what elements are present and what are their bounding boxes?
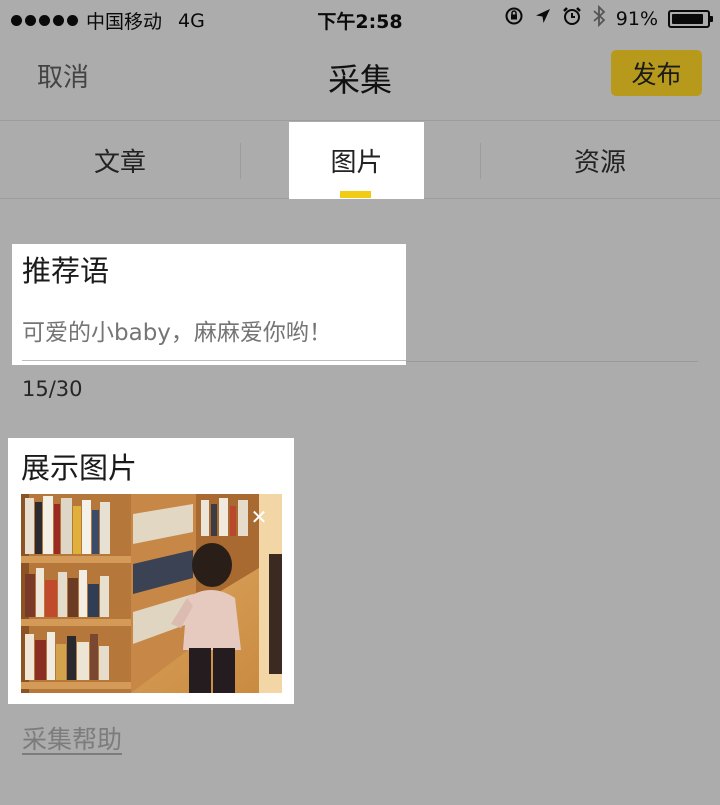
tab-bar: 文章 图片 资源 [0, 122, 720, 199]
status-left: 中国移动 4G [11, 7, 205, 34]
tab-divider [240, 143, 241, 179]
tab-article[interactable]: 文章 [0, 122, 240, 199]
network-type: 4G [178, 9, 205, 32]
cancel-button[interactable]: 取消 [37, 57, 89, 94]
nav-bar: 取消 采集 发布 [0, 38, 720, 121]
help-link[interactable]: 采集帮助 [22, 720, 122, 756]
active-tab-indicator [340, 191, 371, 198]
tab-resource[interactable]: 资源 [480, 122, 720, 199]
battery-percent: 91% [615, 7, 658, 30]
image-section-label: 展示图片 [21, 451, 138, 485]
character-counter: 15/30 [22, 377, 83, 401]
input-underline [406, 361, 698, 362]
uploaded-photo[interactable] [21, 494, 282, 693]
signal-strength-icon [11, 15, 78, 26]
recommend-label: 推荐语 [22, 254, 110, 288]
rotation-lock-icon [504, 6, 524, 31]
location-arrow-icon [534, 7, 552, 30]
alarm-clock-icon [562, 6, 582, 31]
recommend-input[interactable] [22, 314, 402, 352]
battery-icon [668, 9, 713, 28]
tab-image[interactable]: 图片 [289, 122, 424, 199]
status-right: 91% [504, 4, 713, 32]
status-bar: 中国移动 4G 下午2:58 91% [0, 0, 720, 38]
publish-button[interactable]: 发布 [611, 50, 702, 96]
bluetooth-icon [592, 4, 606, 32]
carrier-name: 中国移动 [86, 11, 163, 33]
close-icon[interactable]: ✕ [248, 506, 270, 528]
battery-level [672, 13, 703, 24]
input-underline [22, 360, 406, 361]
